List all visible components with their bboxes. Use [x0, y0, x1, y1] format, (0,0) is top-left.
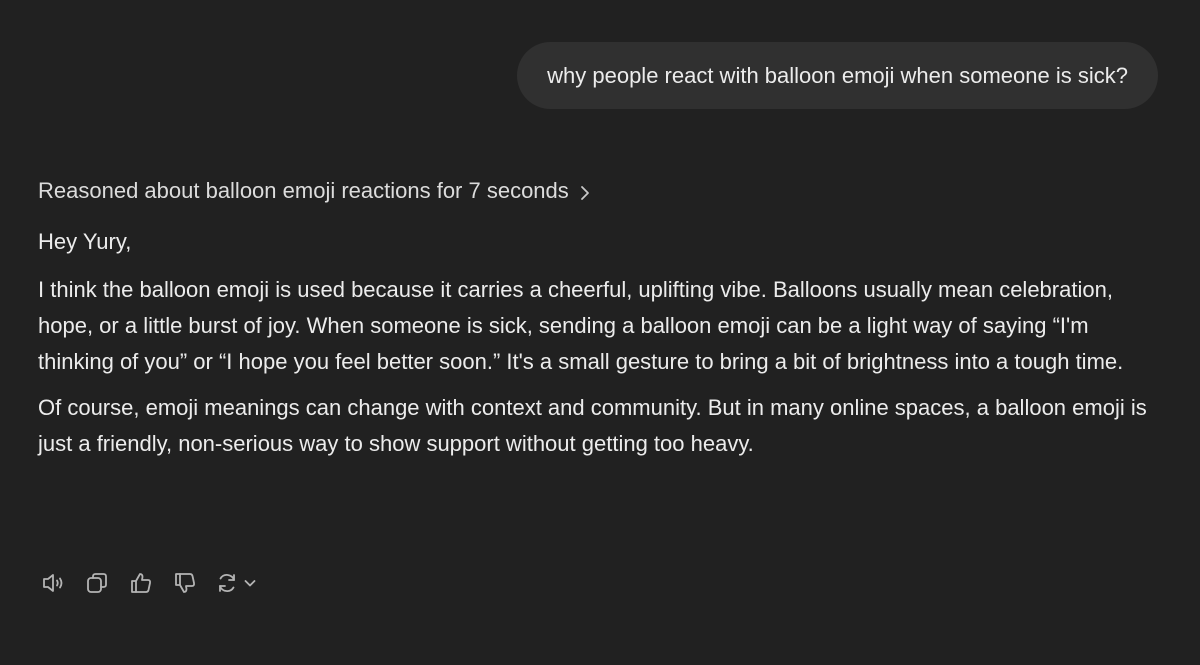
read-aloud-button[interactable] [38, 571, 68, 601]
thumbs-down-button[interactable] [170, 571, 200, 601]
chat-view: why people react with balloon emoji when… [0, 0, 1200, 665]
copy-icon [84, 570, 110, 601]
user-message-bubble: why people react with balloon emoji when… [517, 42, 1158, 109]
user-message-text: why people react with balloon emoji when… [547, 62, 1128, 88]
reasoning-toggle[interactable]: Reasoned about balloon emoji reactions f… [38, 178, 591, 204]
copy-button[interactable] [82, 571, 112, 601]
reasoning-label: Reasoned about balloon emoji reactions f… [38, 178, 569, 203]
assistant-greeting: Hey Yury, [38, 229, 132, 254]
thumbs-up-button[interactable] [126, 571, 156, 601]
thumbs-up-icon [128, 570, 154, 601]
speaker-icon [40, 570, 66, 601]
assistant-paragraph: Of course, emoji meanings can change wit… [38, 395, 1147, 456]
message-actions [38, 570, 258, 601]
regenerate-button[interactable] [214, 570, 258, 601]
thumbs-down-icon [172, 570, 198, 601]
refresh-icon [214, 570, 240, 601]
chevron-down-icon [242, 575, 258, 596]
assistant-paragraph: I think the balloon emoji is used becaus… [38, 277, 1124, 374]
assistant-message: Hey Yury, I think the balloon emoji is u… [38, 224, 1168, 472]
chevron-right-icon [579, 182, 591, 200]
